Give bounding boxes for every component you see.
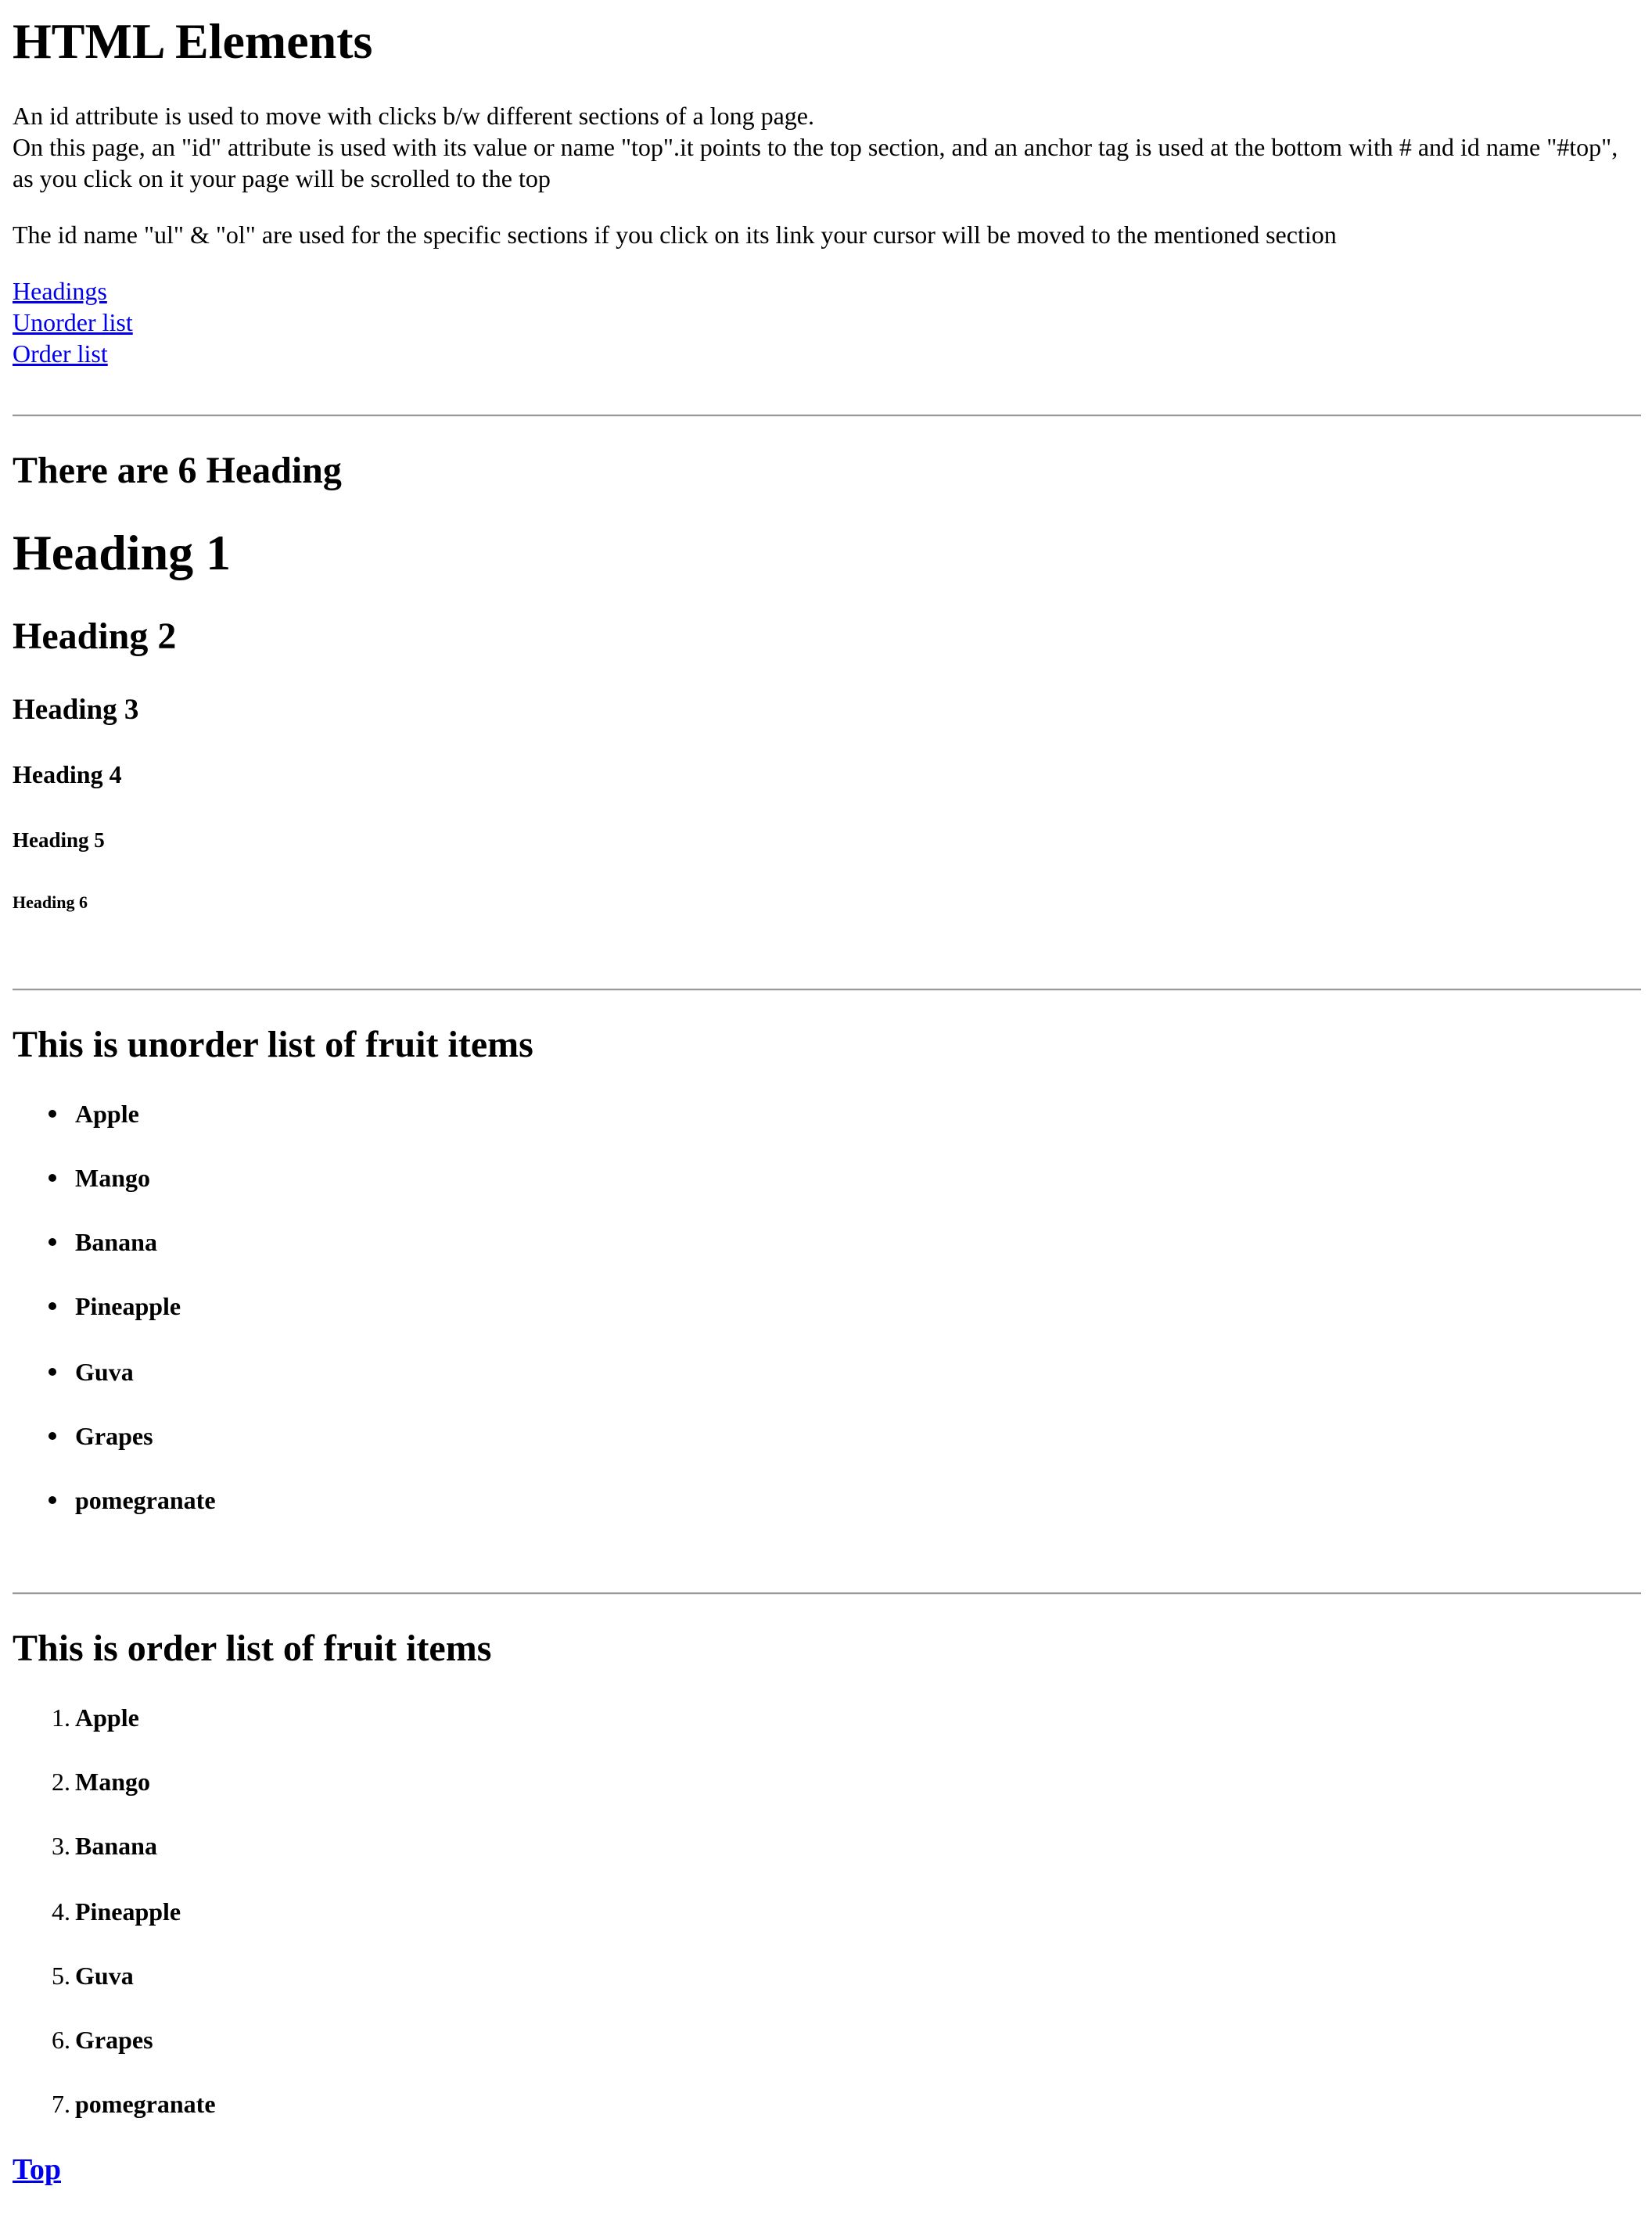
intro-paragraph-2: The id name "ul" & "ol" are used for the… [13, 221, 1337, 249]
list-number: 7. [52, 2090, 70, 2118]
list-number: 5. [52, 1962, 70, 1990]
bullet-icon [48, 1432, 56, 1440]
section-links: Headings Unorder list Order list [13, 275, 133, 369]
intro-line-2: On this page, an "id" attribute is used … [13, 133, 1618, 192]
divider-2 [13, 989, 1641, 991]
bullet-icon [48, 1496, 56, 1504]
heading-1: Heading 1 [13, 525, 232, 580]
divider-1 [13, 415, 1641, 417]
link-headings[interactable]: Headings [13, 275, 133, 307]
bullet-icon [48, 1174, 56, 1182]
divider-3 [13, 1592, 1641, 1595]
headings-section-title: There are 6 Heading [13, 450, 342, 491]
unordered-section-title: This is unorder list of fruit items [13, 1024, 533, 1065]
heading-4: Heading 4 [13, 760, 122, 788]
list-number: 4. [52, 1897, 70, 1926]
list-number: 6. [52, 2026, 70, 2054]
bullet-icon [48, 1238, 56, 1246]
bullet-icon [48, 1110, 56, 1118]
list-number: 3. [52, 1832, 70, 1860]
heading-6: Heading 6 [13, 892, 88, 912]
link-order-list[interactable]: Order list [13, 338, 133, 369]
top-link[interactable]: Top [13, 2152, 61, 2187]
bullet-icon [48, 1302, 56, 1310]
heading-2: Heading 2 [13, 616, 177, 657]
link-unorder-list[interactable]: Unorder list [13, 307, 133, 338]
heading-5: Heading 5 [13, 828, 105, 852]
intro-line-1: An id attribute is used to move with cli… [13, 102, 814, 130]
ordered-section-title: This is order list of fruit items [13, 1628, 492, 1669]
list-number: 1. [52, 1703, 70, 1732]
list-number: 2. [52, 1768, 70, 1796]
heading-3: Heading 3 [13, 694, 139, 726]
intro-paragraph: An id attribute is used to move with cli… [13, 100, 1641, 194]
page-title: HTML Elements [13, 13, 373, 69]
bullet-icon [48, 1368, 56, 1376]
